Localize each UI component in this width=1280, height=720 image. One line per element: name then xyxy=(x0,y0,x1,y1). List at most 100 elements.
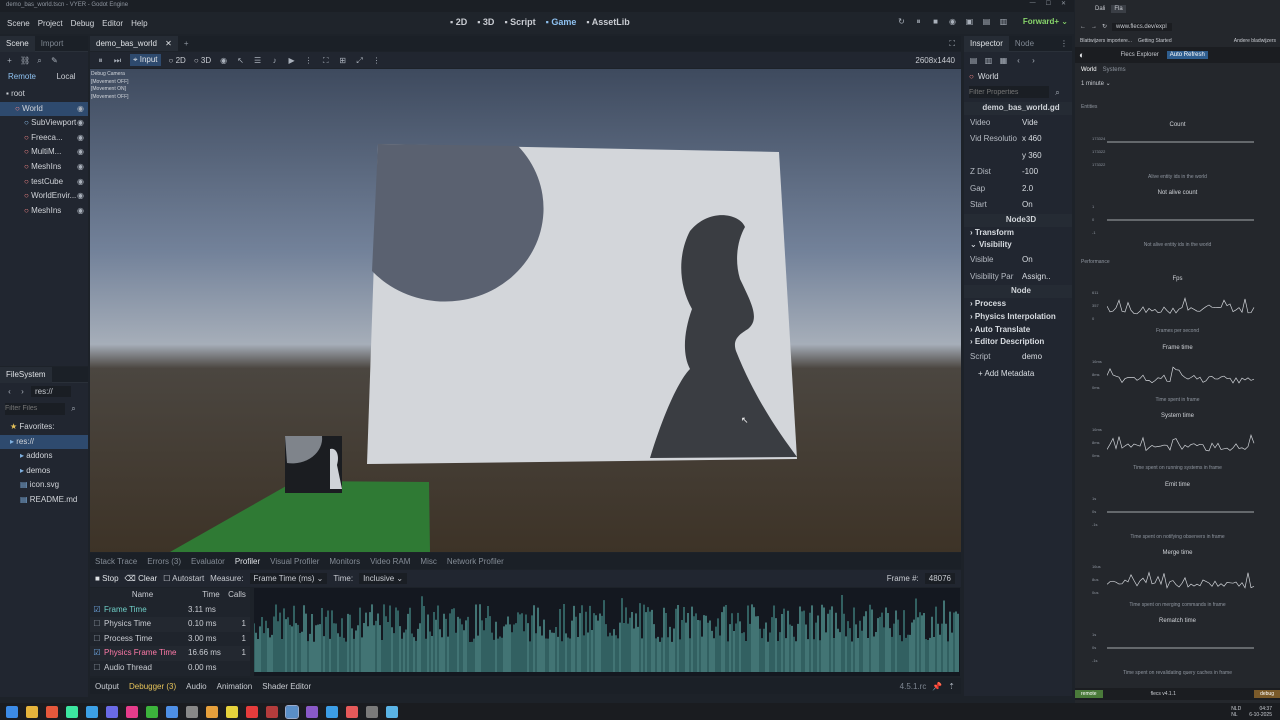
tab-inspector[interactable]: Inspector xyxy=(964,35,1009,52)
back-icon[interactable]: ← xyxy=(1080,24,1086,30)
forward-icon[interactable]: › xyxy=(18,387,27,396)
frame-number-input[interactable]: 48076 xyxy=(924,573,955,584)
app-icon[interactable] xyxy=(146,705,158,718)
pin-icon[interactable]: 📌 xyxy=(932,682,942,691)
filter-files-input[interactable] xyxy=(5,402,65,415)
workspace-3d[interactable]: ▪ 3D xyxy=(477,17,494,27)
close-icon[interactable]: ✕ xyxy=(1061,0,1066,7)
filter-properties-input[interactable] xyxy=(969,86,1049,98)
more-icon[interactable]: ⋮ xyxy=(304,56,313,65)
godot-icon[interactable] xyxy=(285,704,299,719)
dock-menu-icon[interactable]: ⋮ xyxy=(1060,39,1068,48)
eye-icon[interactable]: ◉ xyxy=(77,102,84,117)
suspend-icon[interactable]: ⏸ xyxy=(96,56,105,65)
tree-item[interactable]: ▪ root xyxy=(0,87,88,102)
measure-select[interactable]: Frame Time (ms) ⌄ xyxy=(249,573,328,584)
bookmark[interactable]: Andere bladwijzers xyxy=(1234,38,1276,44)
app-icon[interactable] xyxy=(366,705,378,718)
tree-item[interactable]: ○ SubViewport ◉ xyxy=(0,116,88,131)
vscode-icon[interactable] xyxy=(166,705,178,718)
tab-import[interactable]: Import xyxy=(35,36,70,52)
app-icon[interactable] xyxy=(306,705,318,718)
panel-tab[interactable]: Debugger (3) xyxy=(124,682,181,691)
add-node-icon[interactable]: + xyxy=(5,56,14,65)
eye-icon[interactable]: ◉ xyxy=(77,189,84,204)
app-icon[interactable] xyxy=(186,705,198,718)
panel-tab[interactable]: Output xyxy=(90,682,124,691)
firefox-icon[interactable] xyxy=(46,705,58,718)
file-item[interactable]: ▸ addons xyxy=(0,449,88,464)
game-viewport[interactable]: Debug Camera [Movement OFF] [Movement ON… xyxy=(90,69,961,552)
debugger-tab[interactable]: Video RAM xyxy=(365,557,415,566)
explorer-icon[interactable] xyxy=(26,705,38,718)
app-icon[interactable] xyxy=(206,705,218,718)
tab-scene[interactable]: Scene xyxy=(0,35,35,52)
close-tab-icon[interactable]: ✕ xyxy=(165,39,172,48)
app-icon[interactable] xyxy=(266,705,278,718)
bookmark[interactable]: Blattwijzers importere... xyxy=(1080,38,1132,44)
fit-icon[interactable]: ⛶ xyxy=(321,56,330,65)
menu-item[interactable]: Help xyxy=(127,19,151,28)
clock[interactable]: 04:37 6-10-2025 xyxy=(1249,706,1272,718)
eye-icon[interactable]: ◉ xyxy=(77,145,84,160)
browser-tab[interactable]: Dali xyxy=(1095,6,1105,12)
file-item[interactable]: ▸ demos xyxy=(0,464,88,479)
edge-icon[interactable] xyxy=(66,705,78,718)
tab-remote[interactable]: Remote xyxy=(0,72,44,81)
prop-script[interactable]: Script demo xyxy=(964,349,1072,366)
link-icon[interactable]: ⛓ xyxy=(20,56,30,65)
visibility-icon[interactable]: ◉ xyxy=(219,56,228,65)
row-checkbox[interactable]: ☐ xyxy=(90,632,104,647)
row-checkbox[interactable]: ☑ xyxy=(90,646,104,661)
object-selector[interactable]: ○ World xyxy=(964,68,1072,84)
debugger-tab[interactable]: Profiler xyxy=(230,557,265,566)
more-icon[interactable]: ⋮ xyxy=(372,56,381,65)
file-item[interactable]: ▤ README.md xyxy=(0,493,88,508)
autostart-checkbox[interactable]: ☐ Autostart xyxy=(163,574,204,583)
eye-icon[interactable]: ◉ xyxy=(77,204,84,219)
back-icon[interactable]: ‹ xyxy=(5,387,14,396)
table-row[interactable]: ☐ Physics Time 0.10 ms 1 xyxy=(90,617,250,632)
section-visibility[interactable]: ⌄ Visibility xyxy=(964,239,1072,252)
eye-icon[interactable]: ◉ xyxy=(77,131,84,146)
tab-systems[interactable]: Systems xyxy=(1103,67,1126,73)
table-row[interactable]: ☑ Physics Frame Time 16.66 ms 1 xyxy=(90,646,250,661)
browser-tab-active[interactable]: Fla xyxy=(1111,5,1126,13)
property-row[interactable]: Video Vide xyxy=(964,115,1072,132)
speaker-icon[interactable]: ♪ xyxy=(270,56,279,65)
tab-filesystem[interactable]: FileSystem xyxy=(0,366,52,383)
renderer-select[interactable]: Forward+ ⌄ xyxy=(1023,17,1068,26)
table-row[interactable]: ☑ Frame Time 3.11 ms xyxy=(90,602,250,618)
row-checkbox[interactable]: ☐ xyxy=(90,617,104,632)
clear-button[interactable]: ⌫ Clear xyxy=(125,574,158,583)
node-section[interactable]: › Editor Description xyxy=(964,336,1072,349)
url-field[interactable]: www.flecs.dev/expl xyxy=(1112,22,1173,31)
debugger-tab[interactable]: Stack Trace xyxy=(90,557,142,566)
prop-visible[interactable]: Visible On xyxy=(964,252,1072,269)
run-scene-icon[interactable]: ▣ xyxy=(965,17,974,26)
expand-panel-icon[interactable]: ⇡ xyxy=(948,682,955,691)
app-icon[interactable] xyxy=(246,705,258,718)
menu-item[interactable]: Scene xyxy=(3,19,34,28)
history-forward-icon[interactable]: › xyxy=(1029,56,1038,65)
new-resource-icon[interactable]: ▤ xyxy=(969,56,978,65)
file-item[interactable]: ▤ icon.svg xyxy=(0,478,88,493)
app-icon[interactable] xyxy=(326,705,338,718)
eye-icon[interactable]: ◉ xyxy=(77,116,84,131)
auto-refresh-button[interactable]: Auto Refresh xyxy=(1166,51,1208,59)
table-row[interactable]: ☐ Audio Thread 0.00 ms xyxy=(90,660,250,676)
pause-icon[interactable]: ⏸ xyxy=(914,17,923,26)
tree-item[interactable]: ○ WorldEnvir... ◉ xyxy=(0,189,88,204)
run-custom-icon[interactable]: ▤ xyxy=(982,17,991,26)
next-frame-icon[interactable]: ⏭ xyxy=(113,56,122,65)
menu-item[interactable]: Editor xyxy=(98,19,127,28)
tree-item[interactable]: ○ MultiM... ◉ xyxy=(0,145,88,160)
node-section[interactable]: › Process xyxy=(964,298,1072,311)
node-section[interactable]: › Physics Interpolation xyxy=(964,311,1072,324)
embed-icon[interactable]: ⊞ xyxy=(338,56,347,65)
node-section[interactable]: › Auto Translate xyxy=(964,324,1072,337)
add-tab-icon[interactable]: + xyxy=(184,39,189,48)
tree-item[interactable]: ○ Freeca... ◉ xyxy=(0,131,88,146)
mode-3d[interactable]: ○ 3D xyxy=(194,56,211,65)
property-row[interactable]: y 360 xyxy=(964,148,1072,165)
